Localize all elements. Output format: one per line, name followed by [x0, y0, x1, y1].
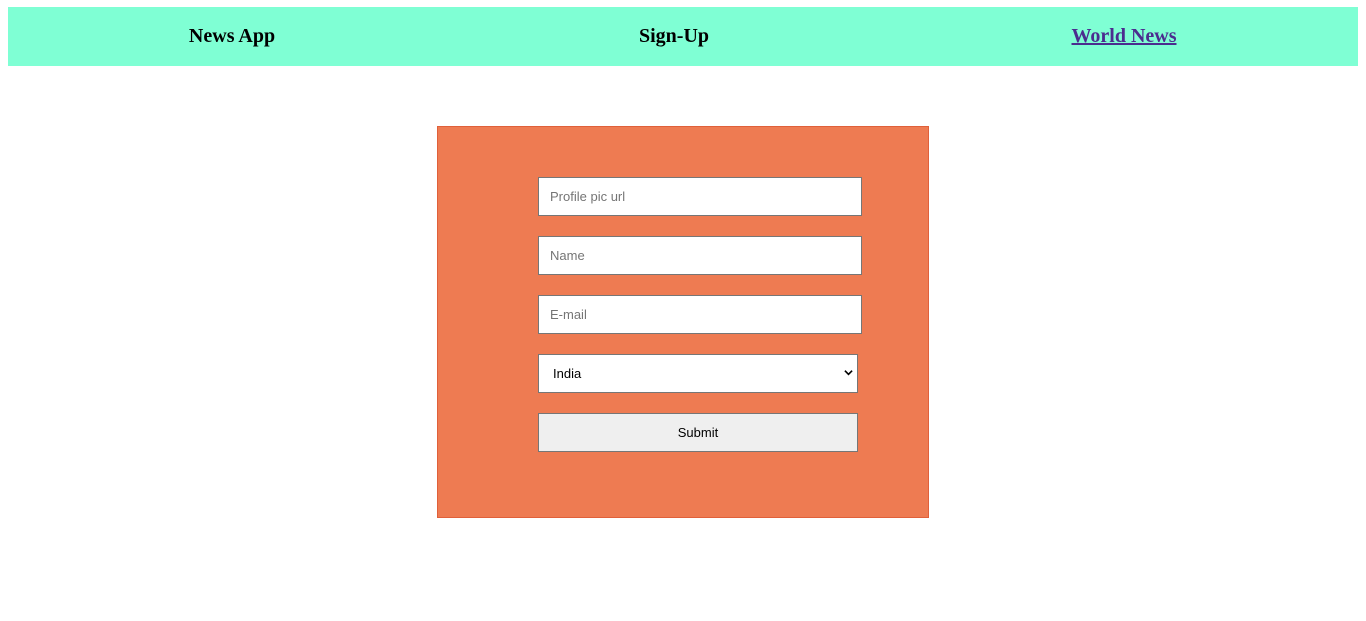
signup-form: India Submit	[437, 126, 929, 518]
submit-button[interactable]: Submit	[538, 413, 858, 452]
name-input[interactable]	[538, 236, 862, 275]
email-input[interactable]	[538, 295, 862, 334]
app-title: News App	[188, 25, 276, 47]
chevron-down-icon	[844, 370, 853, 376]
country-selected-value: India	[553, 366, 582, 381]
world-news-link[interactable]: World News	[1072, 7, 1177, 66]
profile-pic-url-input[interactable]	[538, 177, 862, 216]
top-navbar: News App Sign-Up World News	[8, 7, 1358, 66]
country-select[interactable]: India	[538, 354, 858, 393]
page-title: Sign-Up	[638, 25, 710, 47]
